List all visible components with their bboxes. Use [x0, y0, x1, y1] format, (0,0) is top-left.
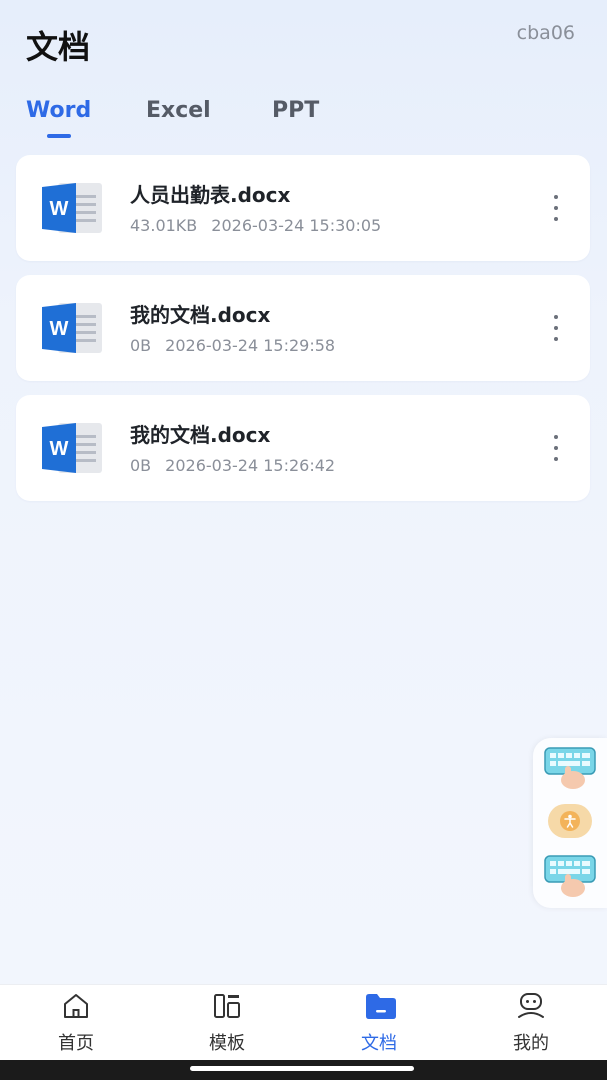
- file-size: 0B: [130, 336, 152, 355]
- tab-excel[interactable]: Excel: [146, 98, 211, 123]
- file-list: W 人员出勤表.docx 43.01KB 2026-03-24 15:30:05 …: [16, 155, 590, 515]
- svg-text:W: W: [50, 318, 69, 340]
- file-date: 2026-03-24 15:29:58: [165, 336, 336, 355]
- file-meta: 0B 2026-03-24 15:26:42: [130, 456, 335, 475]
- folder-icon: [366, 994, 396, 1019]
- file-name: 我的文档.docx: [130, 303, 271, 327]
- active-tab-indicator: [47, 134, 71, 138]
- file-size: 0B: [130, 456, 152, 475]
- header: 文档 cba06: [0, 0, 607, 90]
- file-date: 2026-03-24 15:26:42: [165, 456, 336, 475]
- svg-text:W: W: [50, 438, 69, 460]
- bottom-navigation: 首页 模板 文档 我的: [0, 984, 607, 1060]
- home-indicator[interactable]: [190, 1066, 414, 1071]
- system-navigation-bar: [0, 1060, 607, 1080]
- nav-profile[interactable]: 我的: [481, 985, 581, 1061]
- file-name: 人员出勤表.docx: [130, 183, 291, 207]
- nav-label: 模板: [209, 1033, 245, 1054]
- file-card[interactable]: W 我的文档.docx 0B 2026-03-24 15:29:58: [16, 275, 590, 381]
- file-date: 2026-03-24 15:30:05: [211, 216, 382, 235]
- keyboard-gesture-icon[interactable]: [543, 746, 597, 790]
- svg-text:W: W: [50, 198, 69, 220]
- floating-toolbar: [533, 738, 607, 908]
- accessibility-icon[interactable]: [548, 804, 592, 838]
- tab-bar: Word Excel PPT: [0, 90, 607, 146]
- tab-ppt[interactable]: PPT: [272, 98, 319, 123]
- keyboard-gesture-icon[interactable]: [543, 854, 597, 898]
- nav-home[interactable]: 首页: [26, 985, 126, 1061]
- file-card[interactable]: W 人员出勤表.docx 43.01KB 2026-03-24 15:30:05: [16, 155, 590, 261]
- more-options-icon[interactable]: [548, 435, 564, 461]
- file-card[interactable]: W 我的文档.docx 0B 2026-03-24 15:26:42: [16, 395, 590, 501]
- word-file-icon: W: [40, 421, 104, 475]
- word-file-icon: W: [40, 301, 104, 355]
- nav-templates[interactable]: 模板: [177, 985, 277, 1061]
- tab-word[interactable]: Word: [26, 98, 91, 123]
- profile-icon: [518, 993, 544, 1018]
- nav-documents[interactable]: 文档: [329, 985, 429, 1061]
- home-icon: [64, 994, 88, 1018]
- more-options-icon[interactable]: [548, 315, 564, 341]
- word-file-icon: W: [40, 181, 104, 235]
- page-title: 文档: [26, 28, 91, 66]
- nav-label: 文档: [361, 1033, 397, 1054]
- more-options-icon[interactable]: [548, 195, 564, 221]
- file-meta: 0B 2026-03-24 15:29:58: [130, 336, 335, 355]
- file-name: 我的文档.docx: [130, 423, 271, 447]
- template-icon: [214, 994, 240, 1018]
- nav-label: 首页: [58, 1033, 94, 1054]
- file-size: 43.01KB: [130, 216, 198, 235]
- file-meta: 43.01KB 2026-03-24 15:30:05: [130, 216, 381, 235]
- user-id: cba06: [516, 22, 575, 44]
- nav-label: 我的: [513, 1033, 549, 1054]
